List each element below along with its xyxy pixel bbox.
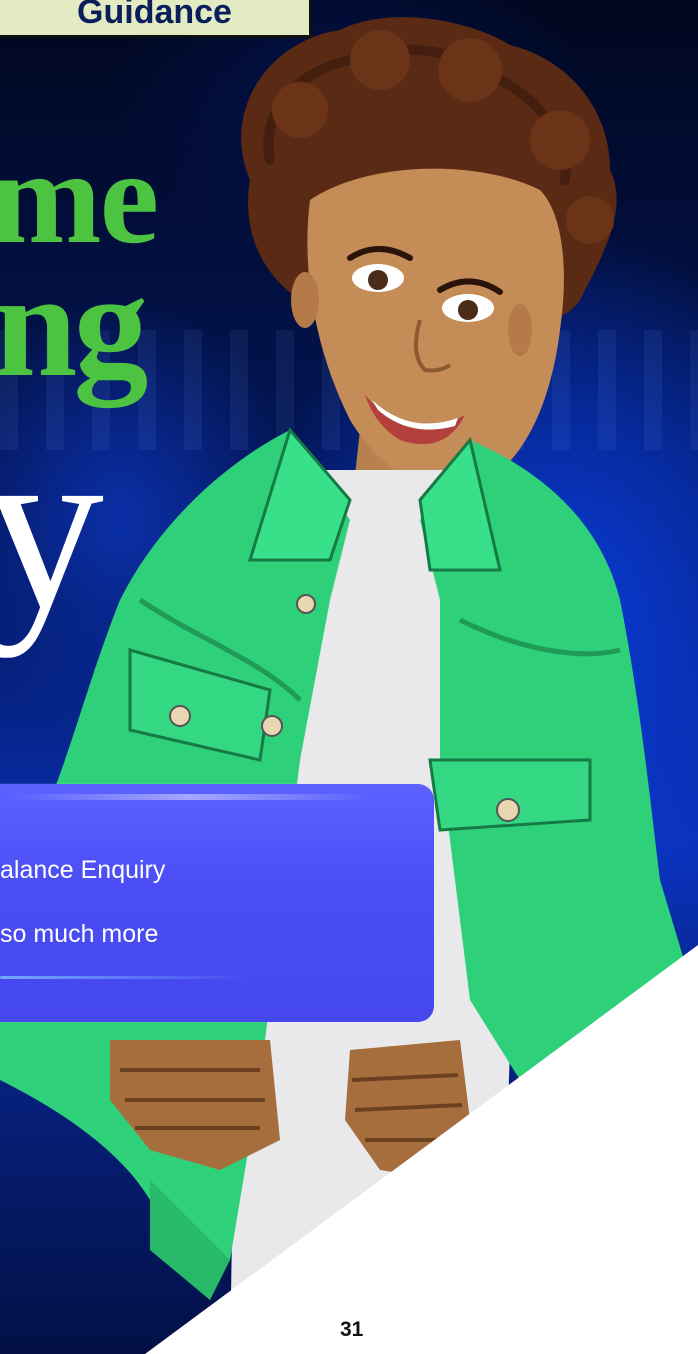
white-corner-panel <box>145 945 698 1354</box>
page: Guidance me ng y alance Enquiry so much … <box>0 0 698 1354</box>
page-number: 31 <box>340 1318 364 1341</box>
